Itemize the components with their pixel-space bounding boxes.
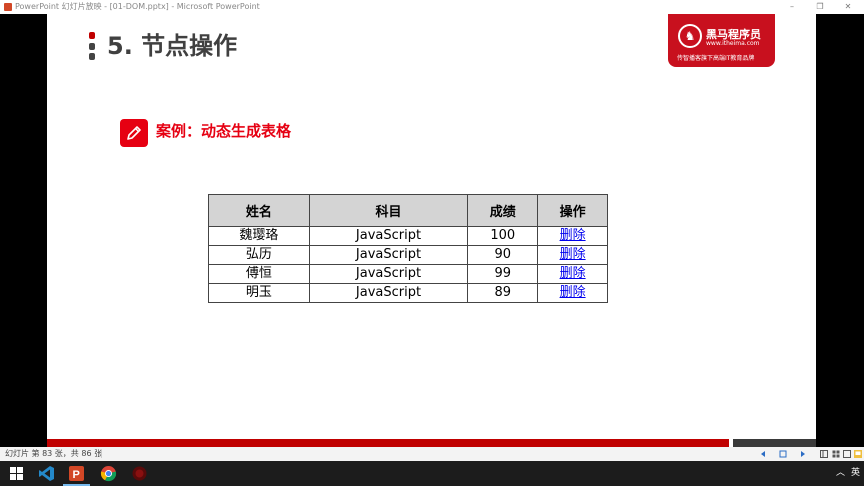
restore-button[interactable]: ❐ xyxy=(808,0,832,14)
window-title-bar: PowerPoint 幻灯片放映 - [01-DOM.pptx] - Micro… xyxy=(0,0,864,14)
cell-name: 魏璎珞 xyxy=(208,226,310,246)
cell-subject: JavaScript xyxy=(308,245,469,265)
cell-action: 删除 xyxy=(537,245,608,265)
powerpoint-taskbar-icon[interactable]: P xyxy=(63,465,90,486)
chrome-icon[interactable] xyxy=(100,465,117,482)
marker-bar-dark xyxy=(89,42,95,50)
normal-view-icon[interactable] xyxy=(820,450,828,458)
cell-subject: JavaScript xyxy=(308,226,469,246)
column-header-subject: 科目 xyxy=(308,194,469,227)
delete-link[interactable]: 删除 xyxy=(560,247,586,262)
delete-link[interactable]: 删除 xyxy=(560,266,586,281)
reading-view-icon[interactable] xyxy=(843,450,851,458)
vscode-icon[interactable] xyxy=(38,465,55,482)
cell-score: 90 xyxy=(467,245,539,265)
show-hidden-icons-icon[interactable]: ︿ xyxy=(836,461,845,486)
table-row: 魏璎珞 JavaScript 100 删除 xyxy=(208,226,608,246)
cell-action: 删除 xyxy=(537,264,608,284)
table-row: 弘历 JavaScript 90 删除 xyxy=(208,245,608,265)
slide[interactable]: 5. 节点操作 ♞ 黑马程序员 www.itheima.com 传智播客旗下高端… xyxy=(47,14,816,447)
slideshow-view-icon[interactable] xyxy=(854,450,862,458)
title-marker xyxy=(89,32,95,60)
slide-sorter-icon[interactable] xyxy=(832,450,840,458)
pencil-icon xyxy=(120,119,148,147)
column-header-name: 姓名 xyxy=(208,194,310,227)
brand-url: www.itheima.com xyxy=(706,40,760,47)
cell-action: 删除 xyxy=(537,226,608,246)
column-header-action: 操作 xyxy=(537,194,608,227)
slide-counter: 幻灯片 第 83 张，共 86 张 xyxy=(5,449,103,458)
brand-slogan: 传智播客旗下高端IT教育品牌 xyxy=(677,55,755,62)
delete-link[interactable]: 删除 xyxy=(560,285,586,300)
windows-start-icon[interactable] xyxy=(8,465,25,482)
slide-menu-icon[interactable] xyxy=(779,450,787,458)
next-slide-icon[interactable] xyxy=(799,450,807,458)
close-button[interactable]: ✕ xyxy=(836,0,860,14)
delete-link[interactable]: 删除 xyxy=(560,228,586,243)
status-divider xyxy=(101,450,102,458)
table-row: 傅恒 JavaScript 99 删除 xyxy=(208,264,608,284)
powerpoint-icon xyxy=(4,3,12,11)
cell-name: 明玉 xyxy=(208,283,310,303)
cell-name: 傅恒 xyxy=(208,264,310,284)
column-header-score: 成绩 xyxy=(467,194,539,227)
minimize-button[interactable]: – xyxy=(780,0,804,14)
table-row: 明玉 JavaScript 89 删除 xyxy=(208,283,608,303)
score-table: 姓名 科目 成绩 操作 魏璎珞 JavaScript 100 删除 弘历 Jav… xyxy=(208,194,608,303)
ime-indicator[interactable]: 英 xyxy=(851,461,860,486)
footer-bar-dark xyxy=(733,439,816,447)
cell-action: 删除 xyxy=(537,283,608,303)
horse-logo-icon: ♞ xyxy=(678,24,702,48)
cell-score: 89 xyxy=(467,283,539,303)
case-title: 案例：动态生成表格 xyxy=(156,122,292,140)
window-title: PowerPoint 幻灯片放映 - [01-DOM.pptx] - Micro… xyxy=(15,2,260,11)
footer-bar-red xyxy=(47,439,729,447)
previous-slide-icon[interactable] xyxy=(759,450,767,458)
marker-bar-red xyxy=(89,32,95,39)
cell-score: 99 xyxy=(467,264,539,284)
cell-score: 100 xyxy=(467,226,539,246)
marker-bar-dark xyxy=(89,53,95,60)
svg-text:P: P xyxy=(73,469,80,481)
taskbar: P ︿ 英 xyxy=(0,461,864,486)
status-bar: 幻灯片 第 83 张，共 86 张 xyxy=(0,447,864,461)
cell-name: 弘历 xyxy=(208,245,310,265)
cell-subject: JavaScript xyxy=(308,264,469,284)
table-header-row: 姓名 科目 成绩 操作 xyxy=(208,194,608,227)
cell-subject: JavaScript xyxy=(308,283,469,303)
brand-logo: ♞ 黑马程序员 www.itheima.com 传智播客旗下高端IT教育品牌 xyxy=(668,14,775,67)
slide-title: 5. 节点操作 xyxy=(107,32,238,60)
red-app-icon[interactable] xyxy=(131,465,148,482)
